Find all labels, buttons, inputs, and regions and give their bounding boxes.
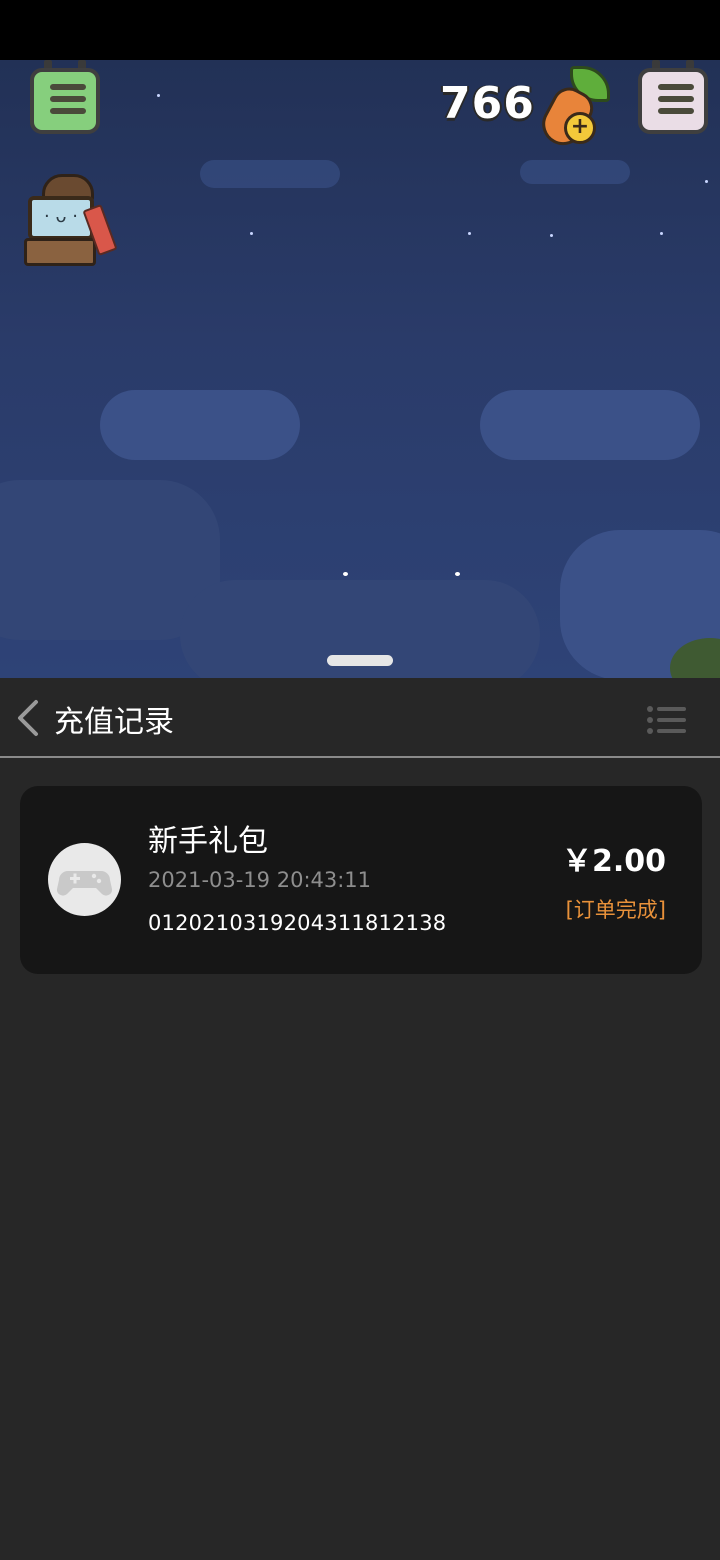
star	[660, 232, 663, 235]
order-card[interactable]: 新手礼包 2021-03-19 20:43:11 012021031920431…	[20, 786, 702, 974]
top-bar: 充值记录	[0, 678, 720, 758]
page-title: 充值记录	[54, 705, 174, 740]
star	[343, 572, 348, 576]
cloud	[200, 160, 340, 188]
cloud	[520, 160, 630, 184]
list-icon[interactable]	[646, 704, 686, 736]
recharge-record-panel: 充值记录 新手礼包 2021-03-19 20:43:11 0120210319…	[0, 678, 720, 1560]
shrine-character-icon[interactable]: · ᴗ ·	[24, 174, 118, 268]
coin-count: 766	[440, 78, 535, 129]
order-time: 2021-03-19 20:43:11	[148, 868, 372, 892]
gamepad-icon	[56, 871, 113, 896]
star	[550, 234, 553, 237]
star	[250, 232, 253, 235]
star	[455, 572, 460, 576]
star	[157, 94, 160, 97]
notice-board-icon	[638, 68, 708, 134]
game-scene[interactable]: 766 + · ᴗ ·	[0, 60, 720, 678]
star	[468, 232, 471, 235]
left-menu-button[interactable]	[30, 60, 100, 134]
right-menu-button[interactable]	[638, 60, 708, 134]
order-status: [订单完成]	[565, 898, 666, 922]
cloud	[480, 390, 700, 460]
game-avatar	[48, 843, 121, 916]
chevron-left-icon[interactable]	[14, 698, 46, 738]
order-amount: ￥2.00	[561, 844, 666, 879]
drag-handle[interactable]	[327, 655, 393, 666]
carrot-plus-icon[interactable]: +	[534, 66, 612, 153]
order-item-name: 新手礼包	[148, 824, 268, 859]
star	[705, 180, 708, 183]
notice-board-icon	[30, 68, 100, 134]
order-id: 0120210319204311812138	[148, 911, 447, 935]
cloud	[100, 390, 300, 460]
status-bar	[0, 0, 720, 60]
